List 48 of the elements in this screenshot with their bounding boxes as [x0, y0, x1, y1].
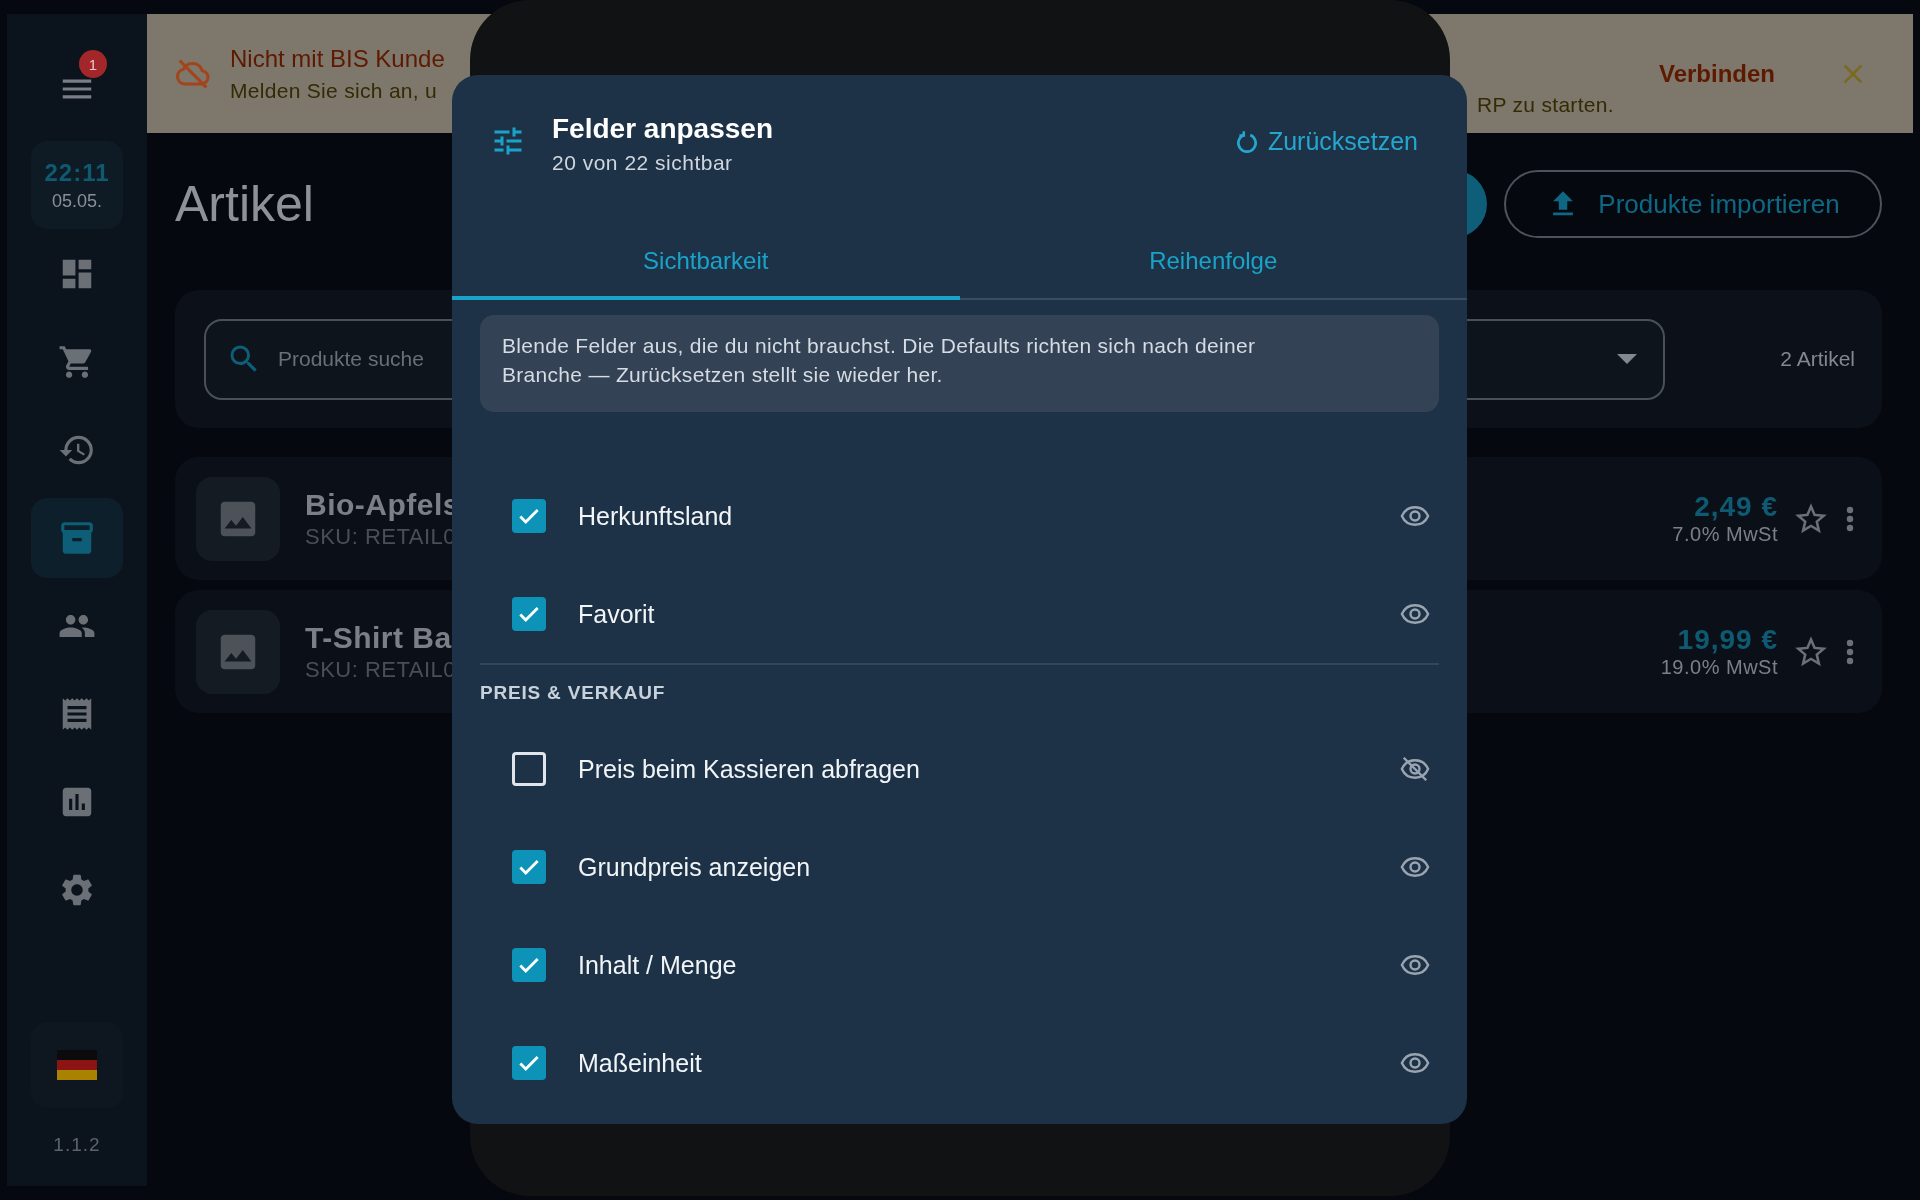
product-price: 19,99 €: [1677, 624, 1778, 656]
product-name: T-Shirt Ba: [305, 620, 452, 655]
checkbox[interactable]: [512, 850, 546, 884]
caret-icon: [1617, 354, 1637, 364]
banner-title: Nicht mit BIS Kunde: [230, 44, 446, 73]
field-label: Maßeinheit: [578, 1048, 703, 1078]
banner-message: RP zu starten.: [1476, 93, 1615, 117]
clock-time: 22:11: [44, 158, 110, 187]
checkbox[interactable]: [512, 499, 546, 533]
tax-rate: 19.0% MwSt: [1660, 656, 1778, 679]
flag-icon: [57, 1050, 97, 1080]
tax-rate: 7.0% MwSt: [1672, 523, 1778, 546]
more-icon: [1846, 505, 1854, 532]
more-button[interactable]: [1846, 638, 1854, 665]
product-price: 2,49 €: [1694, 491, 1778, 523]
info-text: Blende Felder aus, die du nicht brauchst. Die Defaults richten sich nach deiner Branche — Zurücksetzen stellt sie wieder her.: [480, 315, 1439, 412]
field-label: Favorit: [578, 599, 656, 629]
page-title: Artikel: [175, 175, 315, 233]
field-label: Inhalt / Menge: [578, 950, 738, 980]
notification-badge: 1: [79, 50, 107, 78]
product-sku: SKU: RETAIL0: [305, 523, 457, 550]
item-count: 2 Artikel: [1779, 347, 1855, 371]
version-label: 1.1.2: [53, 1134, 101, 1156]
checkbox[interactable]: [512, 752, 546, 786]
tab[interactable]: Reihenfolge: [959, 225, 1467, 300]
eye-slash-icon: [1400, 754, 1430, 784]
import-button[interactable]: Produkte importieren: [1504, 170, 1882, 238]
connect-button[interactable]: Verbinden: [1653, 53, 1782, 94]
checkbox[interactable]: [512, 948, 546, 982]
language-button[interactable]: [31, 1022, 123, 1108]
visible-count: 20 von 22 sichtbar: [552, 151, 734, 175]
dialog-title: Felder anpassen: [552, 113, 774, 145]
banner-message: Melden Sie sich an, u: [230, 78, 439, 103]
reset-button[interactable]: Zurücksetzen: [1229, 123, 1422, 160]
field-label: Herkunftsland: [578, 501, 734, 531]
field-label: Grundpreis anzeigen: [578, 852, 812, 882]
checkbox[interactable]: [512, 1046, 546, 1080]
box-icon: [58, 519, 96, 557]
section-heading: PREIS & VERKAUF: [480, 680, 667, 705]
clock-date: 05.05.: [51, 190, 102, 212]
tab[interactable]: Sichtbarkeit: [452, 225, 960, 300]
field-label: Preis beim Kassieren abfragen: [578, 754, 921, 784]
product-name: Bio-Apfels: [305, 487, 460, 522]
more-button[interactable]: [1846, 505, 1854, 532]
checkbox[interactable]: [512, 597, 546, 631]
nav-item[interactable]: [31, 498, 123, 578]
product-sku: SKU: RETAIL0: [305, 656, 457, 683]
more-icon: [1846, 638, 1854, 665]
